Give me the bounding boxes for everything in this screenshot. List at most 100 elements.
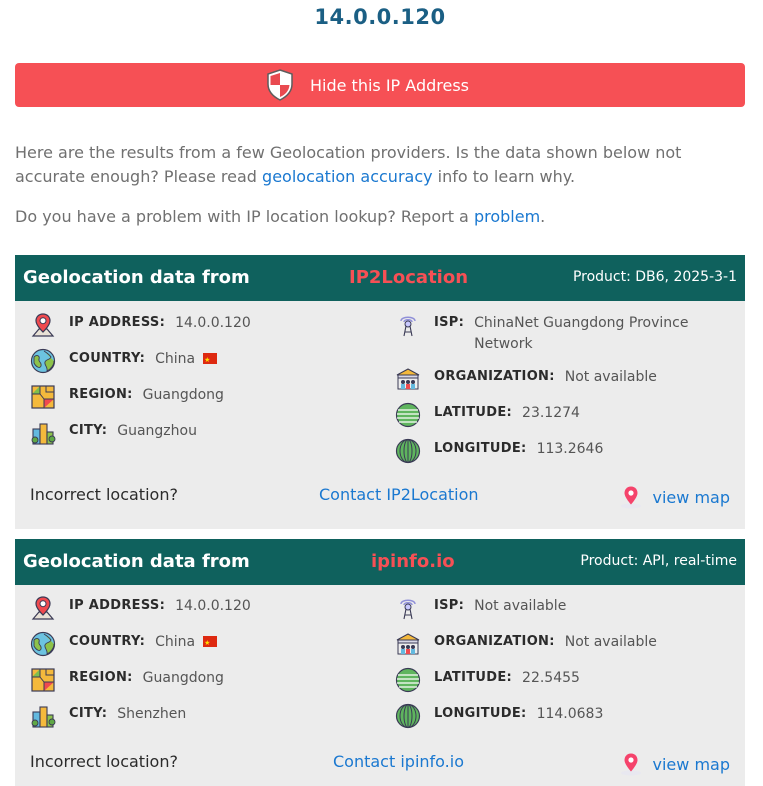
- contact-provider-link[interactable]: Contact IP2Location: [319, 485, 479, 504]
- report-text: Do you have a problem with IP location l…: [15, 207, 474, 226]
- globe-icon: [30, 348, 56, 374]
- page-title: 14.0.0.120: [314, 5, 446, 29]
- latitude-value: 22.5455: [522, 670, 580, 686]
- city-label: CITY:: [69, 423, 108, 438]
- isp-label: ISP:: [434, 598, 465, 613]
- view-map-link[interactable]: view map: [619, 485, 730, 509]
- city-value: Guangzhou: [117, 423, 197, 439]
- geolocation-accuracy-link[interactable]: geolocation accuracy: [262, 167, 433, 186]
- ip-address-value: 14.0.0.120: [175, 315, 251, 331]
- region-row: REGION: Guangdong: [30, 384, 224, 410]
- card-header-lead: Geolocation data from: [23, 551, 250, 572]
- region-row: REGION: Guangdong: [30, 667, 224, 693]
- card-header: Geolocation data from ipinfo.io Product:…: [15, 539, 745, 585]
- report-paragraph: Do you have a problem with IP location l…: [15, 205, 735, 229]
- latitude-label: LATITUDE:: [434, 405, 513, 420]
- latitude-value: 23.1274: [522, 405, 580, 421]
- country-row: COUNTRY: China: [30, 348, 218, 374]
- longitude-label: LONGITUDE:: [434, 441, 527, 456]
- ip-address-label: IP ADDRESS:: [69, 598, 166, 613]
- isp-value: Not available: [474, 598, 567, 614]
- organization-label: ORGANIZATION:: [434, 369, 555, 384]
- latitude-globe-icon: [395, 667, 421, 693]
- longitude-row: LONGITUDE: 113.2646: [395, 438, 603, 464]
- country-label: COUNTRY:: [69, 634, 146, 649]
- organization-building-icon: [395, 366, 421, 392]
- organization-label: ORGANIZATION:: [434, 634, 555, 649]
- region-label: REGION:: [69, 670, 133, 685]
- view-map-link[interactable]: view map: [619, 752, 730, 776]
- problem-link[interactable]: problem: [474, 207, 540, 226]
- region-value: Guangdong: [142, 670, 224, 686]
- isp-label: ISP:: [434, 315, 465, 330]
- isp-row: ISP: ChinaNet Guangdong Province Network: [395, 312, 735, 355]
- region-label: REGION:: [69, 387, 133, 402]
- region-map-icon: [30, 667, 56, 693]
- country-name: China: [155, 634, 196, 650]
- country-row: COUNTRY: China: [30, 631, 218, 657]
- organization-value: Not available: [564, 634, 657, 650]
- view-map-label: view map: [652, 754, 730, 774]
- incorrect-location-text: Incorrect location?: [30, 485, 178, 504]
- card-footer: Incorrect location? Contact ipinfo.io vi…: [15, 748, 745, 778]
- ip-address-label: IP ADDRESS:: [69, 315, 166, 330]
- country-name: China: [155, 351, 196, 367]
- country-value: China: [155, 349, 218, 371]
- card-header: Geolocation data from IP2Location Produc…: [15, 255, 745, 301]
- city-buildings-icon: [30, 703, 56, 729]
- map-pin-icon: [619, 752, 643, 776]
- globe-icon: [30, 631, 56, 657]
- region-map-icon: [30, 384, 56, 410]
- intro-text-end: info to learn why.: [432, 167, 576, 186]
- provider-name: ipinfo.io: [371, 551, 455, 572]
- ip-address-value: 14.0.0.120: [175, 598, 251, 614]
- report-text-end: .: [540, 207, 546, 226]
- view-map-label: view map: [652, 487, 730, 507]
- china-flag-icon: [203, 633, 218, 654]
- organization-row: ORGANIZATION: Not available: [395, 366, 657, 392]
- latitude-label: LATITUDE:: [434, 670, 513, 685]
- longitude-value: 113.2646: [536, 441, 604, 457]
- organization-value: Not available: [564, 369, 657, 385]
- map-pin-icon: [619, 485, 643, 509]
- city-label: CITY:: [69, 706, 108, 721]
- latitude-row: LATITUDE: 22.5455: [395, 667, 580, 693]
- provider-name: IP2Location: [349, 267, 469, 288]
- location-pin-icon: [30, 595, 56, 621]
- geolocation-card-ip2location: Geolocation data from IP2Location Produc…: [15, 255, 745, 529]
- ip-address-row: IP ADDRESS: 14.0.0.120: [30, 595, 251, 621]
- city-row: CITY: Shenzhen: [30, 703, 186, 729]
- latitude-globe-icon: [395, 402, 421, 428]
- product-info: Product: API, real-time: [580, 553, 737, 569]
- hide-ip-button[interactable]: Hide this IP Address: [15, 63, 745, 107]
- country-label: COUNTRY:: [69, 351, 146, 366]
- longitude-globe-icon: [395, 438, 421, 464]
- card-footer: Incorrect location? Contact IP2Location …: [15, 481, 745, 511]
- geolocation-card-ipinfo: Geolocation data from ipinfo.io Product:…: [15, 539, 745, 786]
- longitude-globe-icon: [395, 703, 421, 729]
- longitude-row: LONGITUDE: 114.0683: [395, 703, 603, 729]
- longitude-value: 114.0683: [536, 706, 604, 722]
- organization-building-icon: [395, 631, 421, 657]
- region-value: Guangdong: [142, 387, 224, 403]
- organization-row: ORGANIZATION: Not available: [395, 631, 657, 657]
- antenna-icon: [395, 312, 421, 338]
- isp-row: ISP: Not available: [395, 595, 566, 621]
- hide-ip-button-label: Hide this IP Address: [309, 75, 469, 95]
- intro-paragraph: Here are the results from a few Geolocat…: [15, 141, 735, 189]
- china-flag-icon: [203, 350, 218, 371]
- shield-icon: [267, 69, 293, 101]
- city-buildings-icon: [30, 420, 56, 446]
- ip-address-row: IP ADDRESS: 14.0.0.120: [30, 312, 251, 338]
- isp-value: ChinaNet Guangdong Province Network: [474, 315, 689, 352]
- city-row: CITY: Guangzhou: [30, 420, 197, 446]
- incorrect-location-text: Incorrect location?: [30, 752, 178, 771]
- contact-provider-link[interactable]: Contact ipinfo.io: [333, 752, 464, 771]
- antenna-icon: [395, 595, 421, 621]
- country-value: China: [155, 632, 218, 654]
- latitude-row: LATITUDE: 23.1274: [395, 402, 580, 428]
- card-header-lead: Geolocation data from: [23, 267, 250, 288]
- product-info: Product: DB6, 2025-3-1: [572, 269, 737, 285]
- city-value: Shenzhen: [117, 706, 187, 722]
- location-pin-icon: [30, 312, 56, 338]
